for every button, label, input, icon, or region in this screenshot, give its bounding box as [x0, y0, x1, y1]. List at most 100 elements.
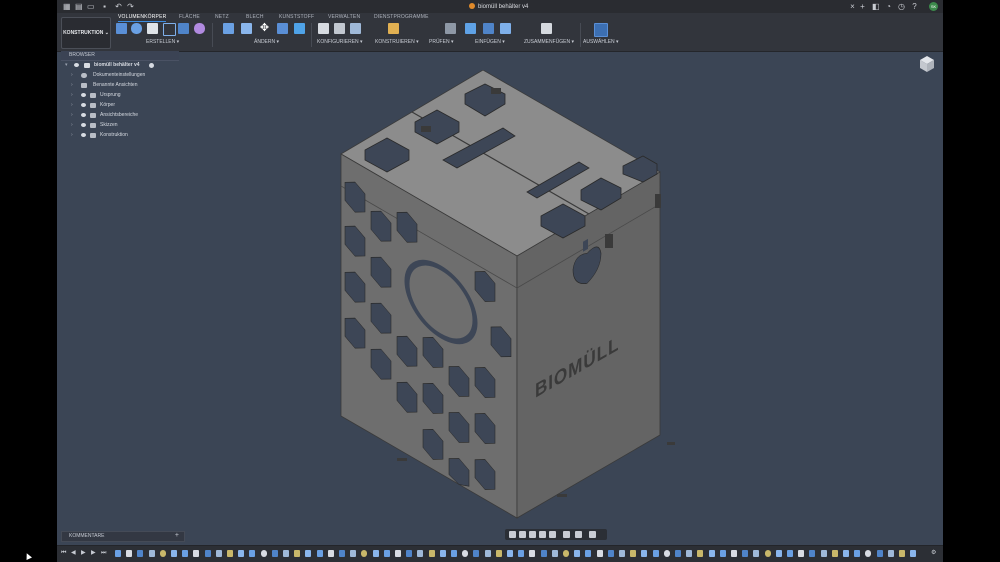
timeline-feature-icon[interactable]	[764, 550, 771, 557]
notifications-icon[interactable]: ◷	[898, 3, 905, 11]
timeline-feature-icon[interactable]	[775, 550, 782, 557]
timeline-feature-icon[interactable]	[899, 550, 905, 557]
timeline-feature-icon[interactable]	[630, 550, 637, 557]
chevron-right-icon[interactable]: ›	[71, 131, 73, 140]
timeline-feature-icon[interactable]	[529, 550, 536, 557]
timeline-feature-icon[interactable]	[551, 550, 558, 557]
timeline-feature-icon[interactable]	[697, 550, 704, 557]
grid-settings-icon[interactable]	[575, 531, 582, 538]
timeline-feature-icon[interactable]	[305, 550, 312, 557]
add-comment-button[interactable]: +	[175, 532, 179, 539]
timeline-feature-icon[interactable]	[663, 550, 670, 557]
browser-panel-header[interactable]: BROWSER	[61, 51, 179, 61]
group-label-einfuegen[interactable]: EINFÜGEN ▾	[475, 39, 505, 45]
timeline-feature-icon[interactable]	[507, 550, 513, 557]
group-label-aendern[interactable]: ÄNDERN ▾	[254, 39, 279, 45]
avatar[interactable]: SK	[929, 2, 938, 11]
group-label-zusammenfuegen[interactable]: ZUSAMMENFÜGEN ▾	[524, 39, 574, 45]
timeline-feature-icon[interactable]	[383, 550, 390, 557]
chevron-right-icon[interactable]: ›	[71, 121, 73, 130]
eye-icon[interactable]	[81, 93, 86, 97]
move-icon[interactable]: ✥	[259, 23, 270, 34]
timeline-feature-icon[interactable]	[182, 550, 189, 557]
skip-to-start-icon[interactable]: ⏮	[61, 550, 67, 557]
eye-icon[interactable]	[81, 123, 86, 127]
timeline-feature-icon[interactable]	[428, 550, 435, 557]
construct-plane-icon[interactable]	[388, 23, 399, 34]
group-label-konstruieren[interactable]: KONSTRUIEREN ▾	[375, 39, 419, 45]
select-icon[interactable]	[594, 23, 608, 37]
job-status-icon[interactable]: ◔	[885, 3, 892, 11]
comments-panel[interactable]: KOMMENTARE +	[61, 531, 185, 542]
browser-item-koerper[interactable]: › Körper	[71, 101, 171, 110]
redo-icon[interactable]: ↷	[127, 3, 134, 11]
timeline-feature-icon[interactable]	[652, 550, 659, 557]
timeline-feature-icon[interactable]	[831, 550, 838, 557]
look-at-icon[interactable]	[519, 531, 526, 538]
timeline-feature-icon[interactable]	[204, 550, 211, 557]
eye-icon[interactable]	[81, 133, 86, 137]
timeline-feature-icon[interactable]	[607, 550, 614, 557]
app-grid-icon[interactable]: ▦	[63, 3, 71, 11]
timeline-feature-icon[interactable]	[641, 550, 648, 557]
file-menu-icon[interactable]: ▭	[87, 3, 95, 11]
chevron-right-icon[interactable]: ›	[71, 101, 73, 110]
display-settings-icon[interactable]	[563, 531, 570, 538]
timeline-feature-icon[interactable]	[451, 550, 457, 557]
model-biomuell-container[interactable]: BIOMÜLL	[327, 70, 687, 525]
step-back-icon[interactable]: ◀	[71, 550, 77, 557]
timeline-feature-icon[interactable]	[787, 550, 793, 557]
browser-item-ursprung[interactable]: › Ursprung	[71, 91, 171, 100]
timeline-feature-icon[interactable]	[327, 550, 334, 557]
browser-item-dokumenteinstellungen[interactable]: › Dokumenteinstellungen	[71, 71, 171, 80]
timeline-feature-icon[interactable]	[596, 550, 603, 557]
insert-mesh-icon[interactable]	[483, 23, 494, 34]
timeline-feature-icon[interactable]	[910, 550, 917, 557]
timeline-feature-icon[interactable]	[215, 550, 222, 557]
tab-volumenkoerper[interactable]: VOLUMENKÖRPER	[118, 14, 167, 22]
timeline-feature-icon[interactable]	[843, 550, 849, 557]
new-tab-icon[interactable]: +	[859, 3, 866, 11]
viewcube[interactable]	[919, 55, 935, 73]
joint-icon[interactable]	[541, 23, 552, 34]
document-tab[interactable]: biomüll behälter v4	[469, 2, 528, 12]
timeline-feature-icon[interactable]	[148, 550, 155, 557]
timeline-feature-icon[interactable]	[238, 550, 245, 557]
save-icon[interactable]: ▪	[101, 3, 108, 11]
tab-kunststoff[interactable]: KUNSTSTOFF	[279, 14, 314, 20]
skip-to-end-icon[interactable]: ⏭	[101, 550, 107, 557]
step-forward-icon[interactable]: ▶	[91, 550, 97, 557]
timeline-feature-icon[interactable]	[585, 550, 592, 557]
undo-icon[interactable]: ↶	[115, 3, 122, 11]
browser-item-ansichtsbereiche[interactable]: › Ansichtsbereiche	[71, 111, 171, 120]
fit-icon[interactable]	[549, 531, 556, 538]
fillet-icon[interactable]	[241, 23, 252, 34]
revolve-icon[interactable]	[163, 23, 176, 36]
timeline-feature-icon[interactable]	[249, 550, 256, 557]
viewports-icon[interactable]	[589, 531, 596, 538]
timeline-feature-icon[interactable]	[574, 550, 581, 557]
timeline-feature-icon[interactable]	[294, 550, 301, 557]
browser-item-skizzen[interactable]: › Skizzen	[71, 121, 171, 130]
timeline-feature-icon[interactable]	[809, 550, 816, 557]
zoom-icon[interactable]	[539, 531, 546, 538]
tab-flaeche[interactable]: FLÄCHE	[179, 14, 200, 20]
timeline-feature-icon[interactable]	[540, 550, 547, 557]
group-label-pruefen[interactable]: PRÜFEN ▾	[429, 39, 453, 45]
eye-icon[interactable]	[81, 103, 86, 107]
timeline-feature-icon[interactable]	[484, 550, 491, 557]
group-label-erstellen[interactable]: ERSTELLEN ▾	[146, 39, 179, 45]
chevron-right-icon[interactable]: ›	[71, 91, 73, 100]
chevron-right-icon[interactable]: ›	[71, 81, 73, 90]
chevron-right-icon[interactable]: ›	[71, 71, 73, 80]
timeline-feature-icon[interactable]	[316, 550, 323, 557]
tab-blech[interactable]: BLECH	[246, 14, 264, 20]
timeline-feature-icon[interactable]	[372, 550, 379, 557]
timeline-feature-icon[interactable]	[137, 550, 144, 557]
timeline-feature-icon[interactable]	[350, 550, 357, 557]
eye-icon[interactable]	[81, 113, 86, 117]
help-icon[interactable]: ?	[911, 3, 918, 11]
chevron-down-icon[interactable]: ▾	[65, 61, 68, 70]
group-label-konfigurieren[interactable]: KONFIGURIEREN ▾	[317, 39, 363, 45]
box-icon[interactable]	[178, 23, 189, 34]
